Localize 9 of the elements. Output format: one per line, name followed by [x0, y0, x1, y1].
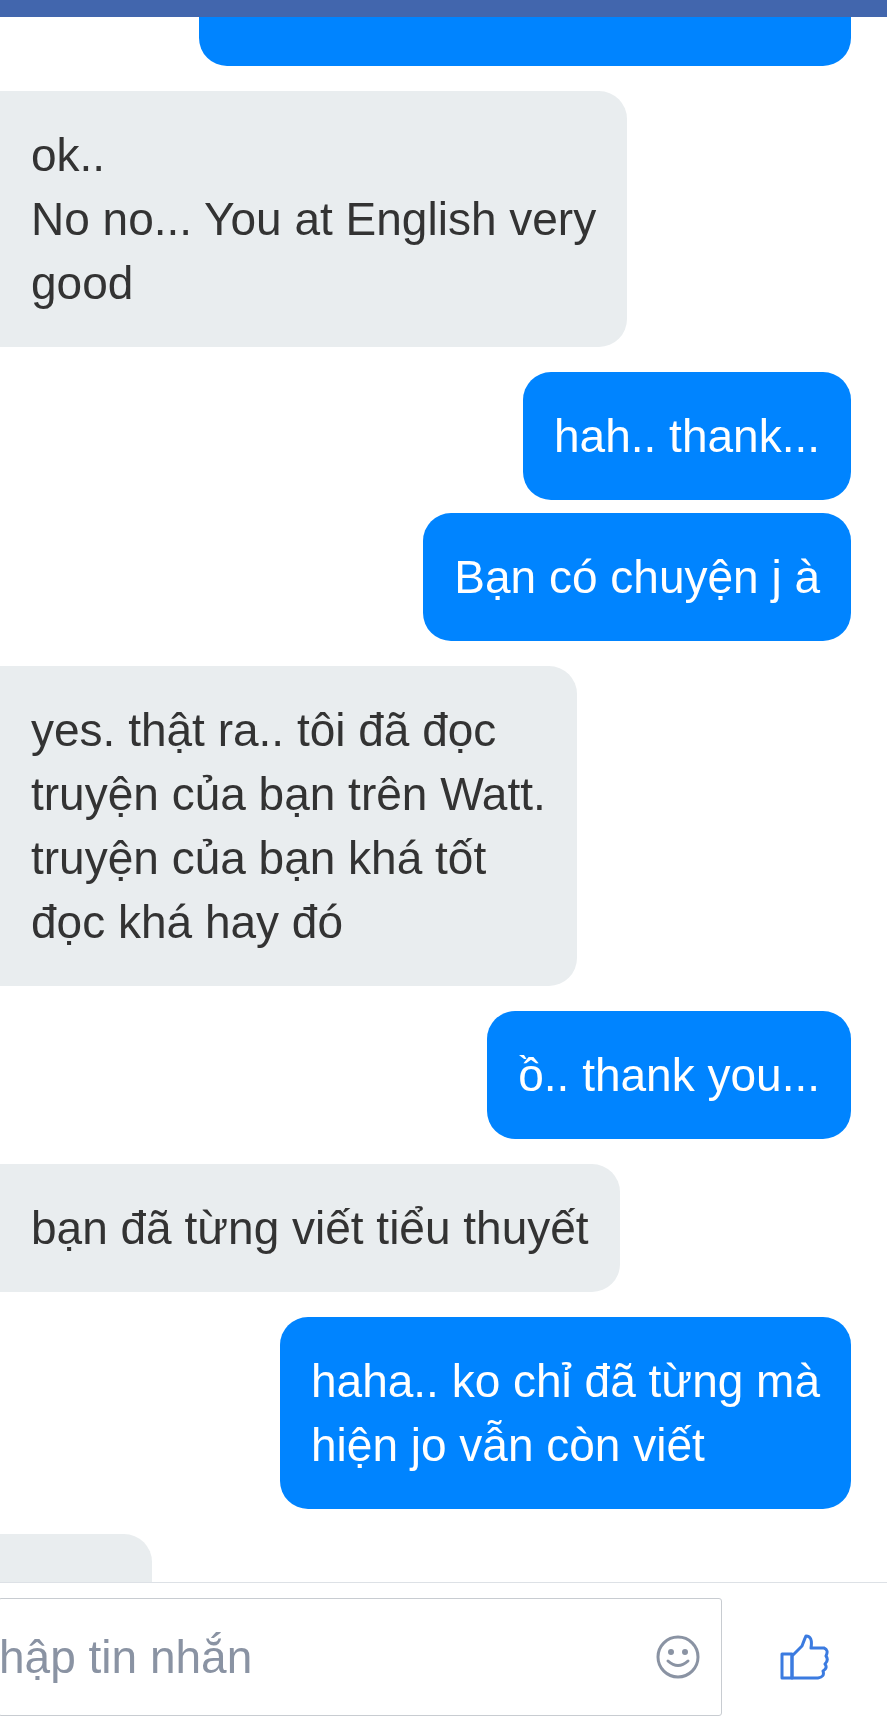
- message-bubble: haha.. ko chỉ đã từng mà hiện jo vẫn còn viết: [280, 1317, 851, 1509]
- thumbs-up-icon[interactable]: [779, 1634, 830, 1680]
- message-bubble: ok.. No no... You at English very good: [0, 91, 628, 347]
- message-bubble: Bạn có chuyện j à: [423, 513, 851, 641]
- message-bubble: yes. thật ra.. tôi đã đọc truyện của bạn trên Watt. truyện của bạn khá tốt đọc khá hay đó: [0, 666, 577, 986]
- message-bubble: bạn đã từng viết tiểu thuyết: [0, 1164, 620, 1292]
- message-bubble: hah.. thank...: [523, 372, 851, 500]
- smiley-icon[interactable]: [655, 1634, 701, 1680]
- message-bubble: ồ.. thank you...: [487, 1011, 851, 1139]
